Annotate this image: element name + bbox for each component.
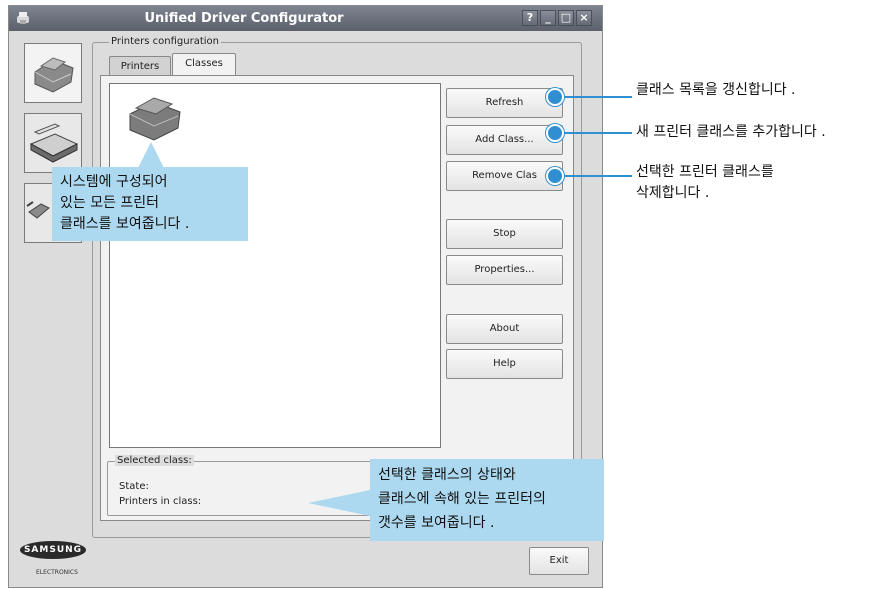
list-annotation-2: 있는 모든 프린터 [60,195,160,211]
add-callout-dot [546,124,564,142]
list-annotation-1: 시스템에 구성되어 [60,174,168,190]
stop-button[interactable]: Stop [446,219,563,249]
status-annotation-3: 갯수를 보여줍니다 . [378,515,495,531]
printers-config-button[interactable] [24,43,82,103]
selected-class-label: Selected class: [115,455,194,466]
samsung-logo: SAMSUNG [20,541,86,559]
state-label: State: [119,481,149,492]
refresh-annotation: 클래스 목록을 갱신합니다 . [636,82,796,98]
remove-callout-dot [546,167,564,185]
status-annotation-1: 선택한 클래스의 상태와 [378,467,516,483]
properties-button[interactable]: Properties... [446,255,563,285]
tab-printers[interactable]: Printers [109,56,171,76]
refresh-callout-line [562,96,632,98]
add-annotation: 새 프린터 클래스를 추가합니다 . [636,124,826,140]
maximize-icon[interactable]: □ [558,10,574,26]
remove-annotation-2: 삭제합니다 . [636,185,710,201]
scanners-config-button[interactable] [24,113,82,173]
status-callout-pointer [308,490,370,516]
help-icon[interactable]: ? [522,10,538,26]
minimize-icon[interactable]: _ [540,10,556,26]
list-callout: 시스템에 구성되어 있는 모든 프린터 클래스를 보여줍니다 . [52,167,248,241]
remove-callout-line [562,175,632,177]
electronics-label: ELECTRONICS [36,569,78,576]
remove-annotation-1: 선택한 프린터 클래스를 [636,164,774,180]
printers-in-class-label: Printers in class: [119,496,202,507]
scanner-icon [29,123,79,163]
group-label: Printers configuration [109,36,221,47]
add-callout-line [562,132,632,134]
status-annotation-2: 클래스에 속해 있는 프린터의 [378,491,546,507]
help-button[interactable]: Help [446,349,563,379]
refresh-button[interactable]: Refresh [446,88,563,118]
status-callout: 선택한 클래스의 상태와 클래스에 속해 있는 프린터의 갯수를 보여줍니다 . [370,459,604,541]
list-annotation-3: 클래스를 보여줍니다 . [60,216,190,232]
close-icon[interactable]: × [576,10,592,26]
about-button[interactable]: About [446,314,563,344]
window-title: Unified Driver Configurator [144,11,344,26]
refresh-callout-dot [546,88,564,106]
list-callout-pointer [138,142,164,168]
exit-button[interactable]: Exit [529,547,589,575]
title-bar: Unified Driver Configurator ? _ □ × [9,6,602,31]
printer-icon [34,57,74,93]
class-list[interactable] [109,83,441,448]
tab-classes[interactable]: Classes [172,53,236,76]
